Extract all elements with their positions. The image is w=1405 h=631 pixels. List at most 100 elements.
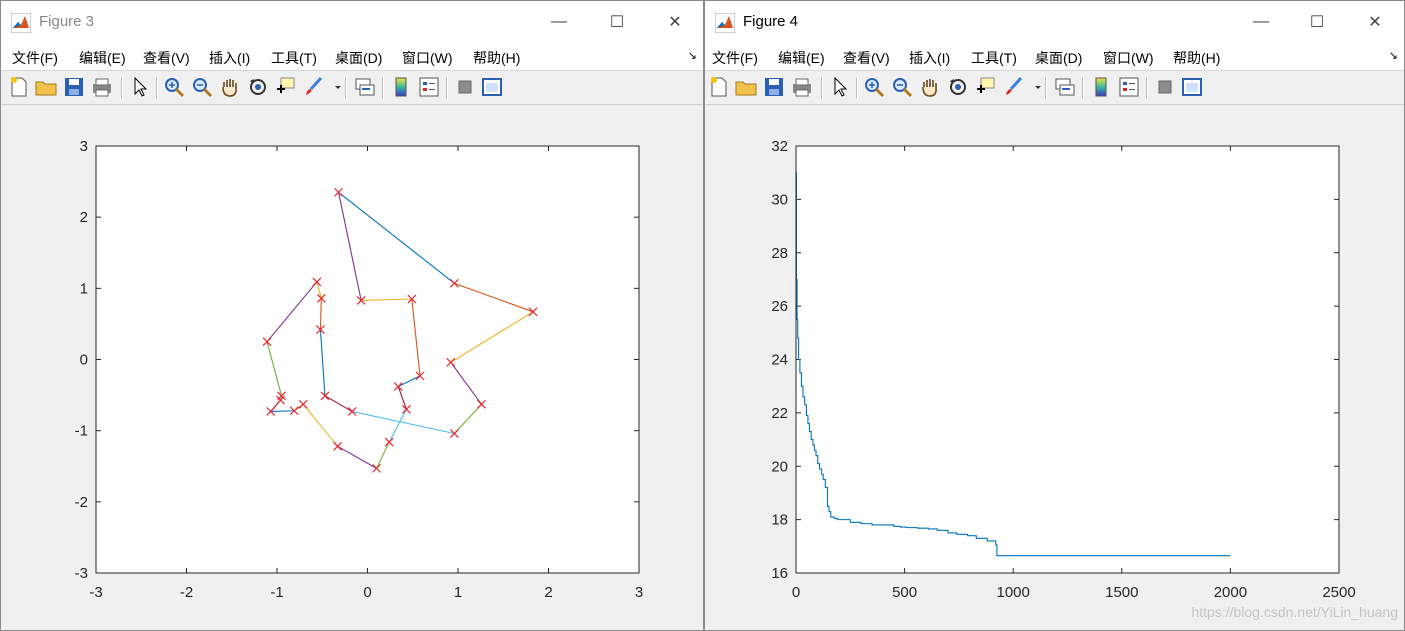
brush-button[interactable] [1002,75,1026,99]
data-tip-icon [977,77,995,93]
maximize-icon: ☐ [609,14,625,31]
save-icon [65,78,83,96]
y-tick-label: 30 [771,191,788,208]
close-button[interactable]: ✕ [1355,9,1395,35]
colorbar-button[interactable] [1089,75,1113,99]
rotate-icon [250,79,266,95]
menu-overflow-icon[interactable]: ↘ [1389,49,1398,62]
zoom-in-button[interactable] [862,75,886,99]
printer-icon [93,78,111,97]
x-tick-label: 3 [635,584,643,601]
legend-icon [1119,77,1139,97]
link-plot-icon [355,78,375,96]
open-file-button[interactable] [34,75,58,99]
menu-help[interactable]: 帮助(H) [473,48,520,68]
link-plot-button[interactable] [353,75,377,99]
rotate-icon [950,79,966,95]
menu-view[interactable]: 查看(V) [843,48,890,68]
print-button[interactable] [90,75,114,99]
brush-dropdown[interactable] [1026,75,1041,99]
menu-file[interactable]: 文件(F) [12,48,58,68]
figure-toolbar [705,71,1404,105]
pan-button[interactable] [218,75,242,99]
y-tick-label: 3 [80,138,88,155]
folder-icon [735,81,757,96]
brush-button[interactable] [302,75,326,99]
x-tick-label: 0 [792,584,800,601]
minimize-button[interactable]: — [1241,9,1281,35]
data-cursor-button[interactable] [274,75,298,99]
x-tick-label: 2000 [1214,584,1247,601]
save-button[interactable] [62,75,86,99]
menu-view[interactable]: 查看(V) [143,48,190,68]
title-bar[interactable]: Figure 4 — ☐ ✕ [705,1,1404,43]
y-tick-label: 26 [771,298,788,315]
window-title: Figure 3 [39,13,95,30]
zoom-out-icon [893,78,913,98]
edit-plot-button[interactable] [828,75,852,99]
open-file-button[interactable] [734,75,758,99]
brush-dropdown[interactable] [326,75,341,99]
zoom-out-icon [193,78,213,98]
save-button[interactable] [762,75,786,99]
menu-desktop[interactable]: 桌面(D) [1035,48,1082,68]
watermark: https://blog.csdn.net/YiLin_huang [1191,604,1398,620]
x-tick-label: 1500 [1105,584,1138,601]
minimize-button[interactable]: — [539,9,579,35]
legend-button[interactable] [417,75,441,99]
legend-icon [419,77,439,97]
menu-desktop[interactable]: 桌面(D) [335,48,382,68]
y-tick-label: 2 [80,209,88,226]
rotate-3d-button[interactable] [246,75,270,99]
menu-window[interactable]: 窗口(W) [402,48,453,68]
y-tick-label: 1 [80,280,88,297]
figure-4-axes[interactable]: 0 500 1000 1500 2000 2500 16 18 20 22 24 26 28 30 32 [705,105,1405,630]
legend-button[interactable] [1117,75,1141,99]
route-segment [270,410,295,413]
menu-insert[interactable]: 插入(I) [909,48,950,68]
data-cursor-button[interactable] [974,75,998,99]
data-tip-icon [277,77,295,93]
zoom-out-button[interactable] [890,75,914,99]
matlab-icon [11,13,31,33]
matlab-icon [715,13,735,33]
menu-insert[interactable]: 插入(I) [209,48,250,68]
x-tick-label: -3 [89,584,102,601]
rotate-3d-button[interactable] [946,75,970,99]
maximize-button[interactable]: ☐ [1297,9,1337,35]
print-button[interactable] [790,75,814,99]
menu-edit[interactable]: 编辑(E) [778,48,825,68]
y-tick-label: 20 [771,458,788,475]
maximize-button[interactable]: ☐ [597,9,637,35]
edit-plot-button[interactable] [128,75,152,99]
zoom-out-button[interactable] [190,75,214,99]
menu-window[interactable]: 窗口(W) [1103,48,1154,68]
figure-3-axes[interactable]: -3 -2 -1 0 1 2 3 -3 -2 -1 0 1 2 3 [1,105,705,630]
menu-file[interactable]: 文件(F) [712,48,758,68]
zoom-in-icon [865,78,885,98]
menu-edit[interactable]: 编辑(E) [79,48,126,68]
zoom-in-button[interactable] [162,75,186,99]
x-tick-label: 2 [544,584,552,601]
y-tick-label: -2 [75,494,88,511]
hide-plot-tools-button[interactable] [453,75,477,99]
colorbar-button[interactable] [389,75,413,99]
minimize-icon: — [1253,13,1269,30]
title-bar[interactable]: Figure 3 — ☐ ✕ [1,1,703,43]
menu-help[interactable]: 帮助(H) [1173,48,1220,68]
show-plot-tools-button[interactable] [480,75,504,99]
show-plot-tools-button[interactable] [1180,75,1204,99]
pan-button[interactable] [918,75,942,99]
link-plot-button[interactable] [1053,75,1077,99]
zoom-in-icon [165,78,185,98]
hand-icon [922,79,937,97]
menu-tools[interactable]: 工具(T) [271,48,317,68]
new-figure-button[interactable] [707,75,731,99]
hide-plot-tools-button[interactable] [1153,75,1177,99]
close-button[interactable]: ✕ [655,9,695,35]
x-tick-label: -2 [180,584,193,601]
menu-tools[interactable]: 工具(T) [971,48,1017,68]
plot-area [796,146,1339,573]
new-figure-button[interactable] [7,75,31,99]
menu-overflow-icon[interactable]: ↘ [688,49,697,62]
